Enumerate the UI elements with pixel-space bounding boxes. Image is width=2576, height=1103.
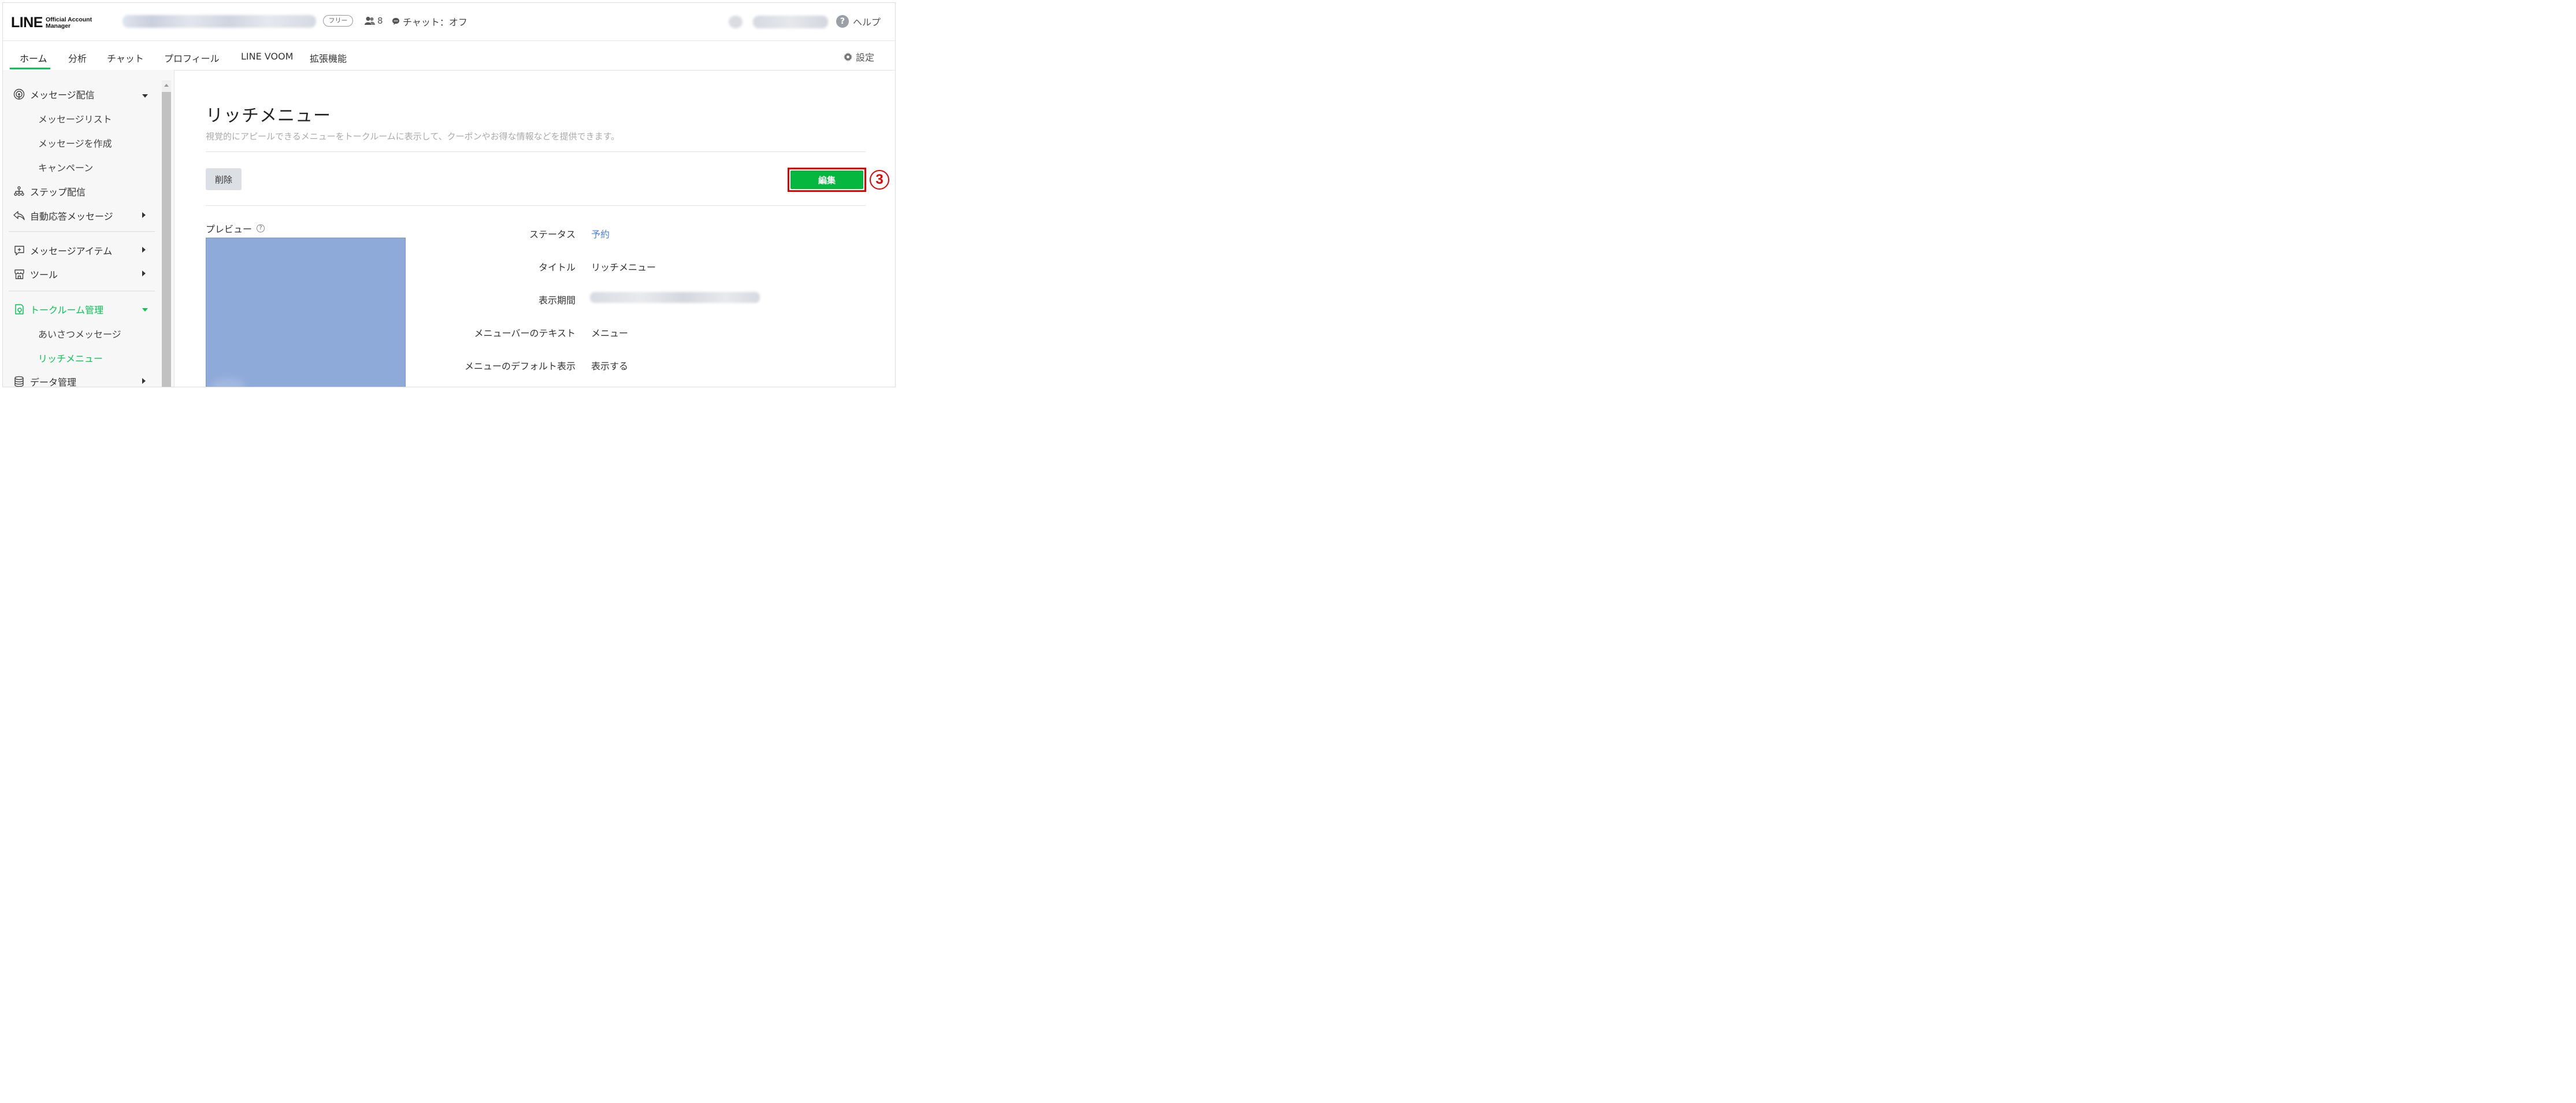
chevron-right-icon[interactable]: [142, 212, 146, 218]
chat-bubble-icon: [392, 18, 399, 25]
main-nav: ホーム 分析 チャット プロフィール LINE VOOM 拡張機能 設定: [3, 40, 895, 71]
period-label: 表示期間: [538, 295, 576, 306]
chevron-down-icon[interactable]: [142, 94, 148, 98]
friend-count: 8: [365, 16, 383, 26]
title-value: リッチメニュー: [591, 262, 656, 273]
menubar-text-value: メニュー: [591, 328, 629, 339]
sidebar: メッセージ配信 メッセージリスト メッセージを作成 キャンペーン ステップ配信: [3, 70, 175, 387]
help-icon: ?: [836, 15, 849, 28]
divider: [206, 151, 866, 152]
sidebar-label-talkroom-mgmt: トークルーム管理: [30, 305, 104, 316]
logo-subtitle: Official Account Manager: [45, 16, 92, 29]
sidebar-label-step-delivery: ステップ配信: [30, 187, 86, 198]
page-description: 視覚的にアピールできるメニューをトークルームに表示して、クーポンやお得な情報など…: [206, 131, 620, 142]
store-icon: [13, 268, 25, 280]
sidebar-item-talkroom-mgmt[interactable]: トークルーム管理: [13, 302, 103, 316]
talkroom-icon: [13, 303, 25, 315]
step-marker-3: 3: [870, 170, 889, 190]
chevron-right-icon[interactable]: [142, 378, 146, 384]
tab-line-voom[interactable]: LINE VOOM: [241, 51, 293, 62]
settings-link[interactable]: 設定: [844, 50, 874, 64]
line-oam-logo[interactable]: LINE Official Account Manager: [11, 14, 92, 31]
sidebar-item-data-mgmt[interactable]: データ管理: [13, 375, 76, 387]
sidebar-item-tools[interactable]: ツール: [13, 267, 58, 281]
preview-label: プレビュー: [206, 224, 253, 235]
sidebar-scrollbar-thumb[interactable]: [162, 92, 171, 387]
top-header: LINE Official Account Manager フリー 8 チャット…: [3, 3, 895, 41]
sidebar-item-campaign[interactable]: キャンペーン: [38, 160, 93, 174]
sidebar-label-data-mgmt: データ管理: [30, 377, 77, 387]
notification-icon-redacted[interactable]: [729, 16, 743, 28]
rich-menu-preview-image: [206, 238, 406, 387]
period-value-redacted: [590, 292, 760, 303]
sidebar-label-message-items: メッセージアイテム: [30, 246, 113, 257]
divider: [206, 205, 866, 206]
chevron-down-icon[interactable]: [142, 308, 148, 312]
status-label: ステータス: [529, 229, 576, 240]
menubar-text-label: メニューバーのテキスト: [474, 328, 576, 339]
sidebar-divider: [9, 231, 155, 232]
message-item-icon: [13, 245, 25, 256]
tab-analytics[interactable]: 分析: [68, 51, 87, 65]
preview-heading: プレビュー ?: [206, 221, 265, 235]
app-window: LINE Official Account Manager フリー 8 チャット…: [2, 2, 896, 387]
sidebar-item-message-items[interactable]: メッセージアイテム: [13, 243, 112, 257]
sidebar-item-create-message[interactable]: メッセージを作成: [38, 136, 112, 150]
sidebar-item-auto-reply[interactable]: 自動応答メッセージ: [13, 209, 113, 223]
help-icon[interactable]: ?: [257, 224, 265, 232]
tab-extensions[interactable]: 拡張機能: [310, 51, 347, 65]
sidebar-item-rich-menu[interactable]: リッチメニュー: [38, 351, 103, 365]
title-label: タイトル: [538, 262, 576, 273]
edit-button[interactable]: 編集: [790, 171, 863, 189]
logo-wordmark: LINE: [11, 14, 43, 31]
chat-status[interactable]: チャット：オフ: [392, 14, 467, 28]
tab-home[interactable]: ホーム: [20, 51, 47, 65]
scroll-up-arrow-icon[interactable]: [164, 84, 169, 87]
delete-button[interactable]: 削除: [206, 168, 242, 190]
user-menu-redacted[interactable]: [753, 16, 828, 28]
settings-label: 設定: [856, 52, 875, 63]
sidebar-item-message-list[interactable]: メッセージリスト: [38, 112, 112, 125]
status-value[interactable]: 予約: [591, 227, 610, 240]
default-display-value: 表示する: [591, 361, 629, 372]
active-tab-indicator: [10, 68, 50, 69]
tab-profile[interactable]: プロフィール: [164, 51, 220, 65]
friend-count-value: 8: [377, 16, 383, 26]
page-title: リッチメニュー: [206, 106, 331, 126]
reply-icon: [13, 210, 25, 221]
sidebar-label-tools: ツール: [30, 269, 58, 280]
tab-chat[interactable]: チャット: [107, 51, 144, 65]
friends-icon: [365, 17, 375, 25]
sidebar-label-auto-reply: 自動応答メッセージ: [30, 211, 113, 222]
database-icon: [13, 376, 25, 387]
sidebar-label-message-delivery: メッセージ配信: [30, 90, 95, 101]
broadcast-icon: [13, 88, 25, 100]
plan-badge: フリー: [323, 15, 353, 27]
step-flow-icon: [13, 186, 25, 197]
gear-icon: [844, 52, 852, 61]
help-label: ヘルプ: [853, 17, 881, 28]
sidebar-item-greeting-message[interactable]: あいさつメッセージ: [38, 327, 121, 340]
default-display-label: メニューのデフォルト表示: [464, 361, 576, 372]
account-name-redacted[interactable]: [123, 15, 316, 28]
sidebar-item-message-delivery[interactable]: メッセージ配信: [13, 87, 95, 101]
chevron-right-icon[interactable]: [142, 271, 146, 276]
help-link[interactable]: ? ヘルプ: [836, 14, 881, 28]
sidebar-item-step-delivery[interactable]: ステップ配信: [13, 184, 86, 198]
chat-status-label: チャット：オフ: [403, 17, 467, 28]
chevron-right-icon[interactable]: [142, 247, 146, 253]
